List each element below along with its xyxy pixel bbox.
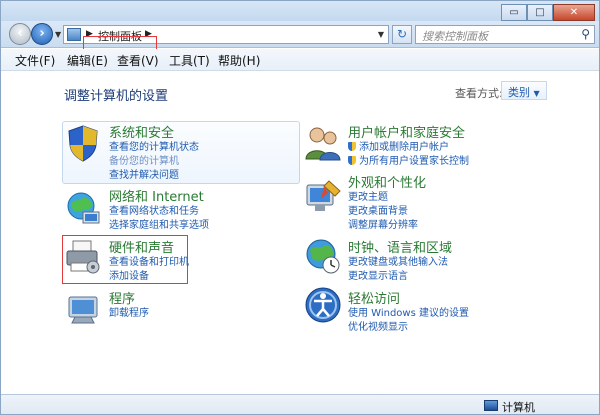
close-button[interactable]: ✕ [553,4,595,21]
category-network-internet: 网络和 Internet 查看网络状态和任务 选择家庭组和共享选项 [109,186,209,233]
category-link[interactable]: 更改桌面背景 [348,205,426,219]
globe-clock-icon [306,239,340,274]
status-bar: 计算机 [1,394,599,414]
category-heading[interactable]: 外观和个性化 [348,172,426,191]
category-heading[interactable]: 程序 [109,288,149,307]
appearance-icon [306,180,341,211]
category-link[interactable]: 选择家庭组和共享选项 [109,219,209,233]
menu-help[interactable]: 帮助(H) [218,52,260,69]
category-clock-language: 时钟、语言和区域 更改键盘或其他输入法 更改显示语言 [348,237,452,284]
category-link[interactable]: 添加或删除用户帐户 [348,141,469,155]
category-link[interactable]: 更改键盘或其他输入法 [348,256,452,270]
network-icon [67,192,100,224]
category-link[interactable]: 添加设备 [109,270,189,284]
shield-icon [68,125,98,162]
back-button[interactable]: ‹ [9,23,31,45]
status-computer-label: 计算机 [502,401,535,414]
category-link[interactable]: 查看网络状态和任务 [109,205,209,219]
caption-buttons: ▭ □ ✕ [501,4,595,21]
category-link-label: 添加或删除用户帐户 [359,142,449,153]
navigation-bar: ‹ › ▼ ▶ 控制面板 ▶ ▼ ↻ 搜索控制面板 ⚲ [1,21,599,69]
minimize-button[interactable]: ▭ [501,4,527,21]
content-pane: 调整计算机的设置 查看方式: 类别 ▼ 系统和安全 查看您的计算机状态 备份您的… [1,72,599,394]
programs-icon [68,296,98,324]
category-programs: 程序 卸载程序 [109,288,149,321]
search-placeholder: 搜索控制面板 [422,30,488,43]
category-link[interactable]: 查看您的计算机状态 [109,141,199,155]
menu-bar: 文件(F) 编辑(E) 查看(V) 工具(T) 帮助(H) [1,49,599,71]
category-link-label: 为所有用户设置家长控制 [359,156,469,167]
users-icon [305,127,341,161]
view-by-value: 类别 [508,86,530,99]
category-system-security: 系统和安全 查看您的计算机状态 备份您的计算机 查找并解决问题 [109,122,199,183]
category-heading[interactable]: 时钟、语言和区域 [348,237,452,256]
address-dropdown-icon[interactable]: ▼ [378,30,384,39]
control-panel-icon [67,28,81,41]
category-user-accounts: 用户帐户和家庭安全 添加或删除用户帐户 为所有用户设置家长控制 [348,122,469,169]
menu-tools[interactable]: 工具(T) [169,52,210,69]
category-heading[interactable]: 轻松访问 [348,288,469,307]
view-by-dropdown[interactable]: 类别 ▼ [501,81,547,100]
category-link[interactable]: 调整屏幕分辨率 [348,219,426,233]
category-link[interactable]: 为所有用户设置家长控制 [348,155,469,169]
maximize-button[interactable]: □ [527,4,553,21]
computer-icon [484,400,498,411]
search-input[interactable]: 搜索控制面板 ⚲ [415,25,595,44]
title-bar: ▭ □ ✕ [1,1,599,21]
category-heading[interactable]: 系统和安全 [109,122,199,141]
category-link[interactable]: 查找并解决问题 [109,169,199,183]
search-icon[interactable]: ⚲ [581,27,590,41]
menu-edit[interactable]: 编辑(E) [67,52,108,69]
category-link[interactable]: 优化视频显示 [348,321,469,335]
control-panel-window: ▭ □ ✕ ‹ › ▼ ▶ 控制面板 ▶ ▼ ↻ 搜索控制面板 ⚲ 文件(F) … [0,0,600,415]
category-link[interactable]: 使用 Windows 建议的设置 [348,307,469,321]
forward-button[interactable]: › [31,23,53,45]
recent-pages-dropdown[interactable]: ▼ [55,30,61,39]
category-ease-of-access: 轻松访问 使用 Windows 建议的设置 优化视频显示 [348,288,469,335]
printer-icon [66,240,100,274]
category-hardware-sound: 硬件和声音 查看设备和打印机 添加设备 [109,237,189,284]
page-title: 调整计算机的设置 [64,89,169,104]
view-by-label: 查看方式: [455,87,503,100]
category-link[interactable]: 更改主题 [348,191,426,205]
menu-file[interactable]: 文件(F) [15,52,55,69]
category-heading[interactable]: 硬件和声音 [109,237,189,256]
uac-shield-icon [348,142,356,151]
category-heading[interactable]: 用户帐户和家庭安全 [348,122,469,141]
category-link[interactable]: 查看设备和打印机 [109,256,189,270]
ease-of-access-icon [305,287,341,323]
uac-shield-icon [348,156,356,165]
category-link[interactable]: 更改显示语言 [348,270,452,284]
chevron-down-icon: ▼ [533,89,540,98]
refresh-button[interactable]: ↻ [392,25,412,44]
category-heading[interactable]: 网络和 Internet [109,186,209,205]
menu-view[interactable]: 查看(V) [117,52,159,69]
category-appearance: 外观和个性化 更改主题 更改桌面背景 调整屏幕分辨率 [348,172,426,233]
category-link[interactable]: 备份您的计算机 [109,155,199,169]
category-link[interactable]: 卸载程序 [109,307,149,321]
